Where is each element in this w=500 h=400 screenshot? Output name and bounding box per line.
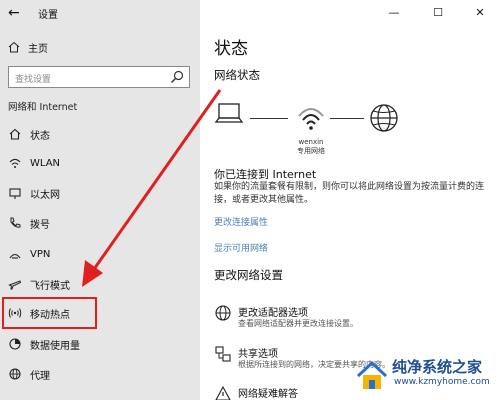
show-available-networks-link[interactable]: 显示可用网络 (214, 241, 268, 254)
connection-status-text: 你已连接到 Internet (214, 168, 317, 181)
change-network-settings-heading: 更改网络设置 (214, 268, 283, 282)
maximize-button[interactable]: ☐ (416, 2, 460, 24)
section-title: 网络和 Internet (8, 102, 78, 113)
option-title: 共享选项 (238, 349, 278, 360)
sidebar-item-label: 拨号 (30, 219, 50, 231)
connection-line (330, 118, 364, 119)
home-label: 主页 (28, 43, 48, 55)
laptop-icon (214, 103, 244, 123)
watermark-text: 纯净系统之家 (392, 358, 483, 376)
search-input[interactable]: 查找设置 (8, 66, 190, 88)
connection-line (250, 118, 288, 119)
metered-description: 如果你的流量套餐有限制，则你可以将此网络设置为按流量计费的连接，或者更改其他属性… (214, 182, 485, 205)
sidebar-item-ethernet[interactable]: 以太网 (0, 181, 200, 205)
sidebar-item-label: 数据使用量 (30, 340, 80, 352)
vpn-icon (9, 253, 21, 259)
search-placeholder: 查找设置 (15, 75, 52, 85)
hotspot-highlight-box (2, 297, 97, 329)
window-title: 设置 (38, 10, 58, 21)
sidebar-item-label: 以太网 (30, 189, 60, 201)
adapter-icon (215, 305, 231, 321)
home-status-icon (9, 128, 21, 140)
change-connection-properties-link[interactable]: 更改连接属性 (214, 215, 268, 228)
network-type-label: 专用网络 (297, 147, 325, 155)
sidebar-item-label: 代理 (30, 370, 50, 382)
globe-proxy-icon (9, 368, 21, 380)
network-status-heading: 网络状态 (214, 68, 260, 82)
watermark: 纯净系统之家 www.kzmyhome.com (350, 350, 500, 400)
home-icon (8, 41, 20, 53)
option-subtitle: 查看网络适配器并更改连接设置。 (238, 319, 358, 328)
ethernet-icon (9, 188, 21, 199)
globe-internet-icon (370, 104, 398, 132)
sidebar-item-data-usage[interactable]: 数据使用量 (0, 332, 200, 356)
sidebar-item-status[interactable]: 状态 (0, 122, 200, 146)
sidebar-item-airplane[interactable]: 飞行模式 (0, 272, 200, 296)
warning-icon (215, 385, 231, 400)
sidebar-home[interactable]: 主页 (8, 38, 48, 56)
network-name: wenxin 专用网络 (288, 138, 334, 156)
sidebar-item-label: 状态 (30, 130, 50, 142)
sidebar-item-vpn[interactable]: VPN (0, 242, 200, 266)
back-arrow-icon[interactable]: ← (8, 4, 26, 22)
airplane-icon (8, 280, 22, 290)
option-title: 更改适配器选项 (238, 308, 308, 319)
sidebar-item-label: WLAN (30, 157, 61, 169)
option-title: 网络疑难解答 (238, 389, 298, 400)
dialup-phone-icon (10, 217, 21, 228)
page-title: 状态 (214, 39, 248, 59)
sidebar-item-proxy[interactable]: 代理 (0, 362, 200, 386)
sidebar-item-label: 飞行模式 (30, 280, 70, 292)
wifi-signal-icon (298, 108, 324, 130)
sharing-icon (215, 346, 231, 362)
sidebar-item-wlan[interactable]: WLAN (0, 151, 200, 175)
sidebar-item-label: VPN (30, 248, 51, 260)
title-bar: ← 设置 — ☐ ✕ (0, 0, 500, 26)
wifi-icon (9, 158, 21, 168)
adapter-options-item[interactable]: 更改适配器选项 查看网络适配器并更改连接设置。 (214, 304, 494, 336)
minimize-button[interactable]: — (372, 2, 416, 24)
close-button[interactable]: ✕ (458, 2, 500, 24)
house-logo-icon (356, 360, 388, 389)
watermark-url: www.kzmyhome.com (394, 377, 490, 387)
sidebar-item-dialup[interactable]: 拨号 (0, 211, 200, 235)
ssid-label: wenxin (298, 138, 324, 146)
data-usage-icon (9, 338, 21, 350)
search-icon[interactable] (169, 69, 185, 85)
